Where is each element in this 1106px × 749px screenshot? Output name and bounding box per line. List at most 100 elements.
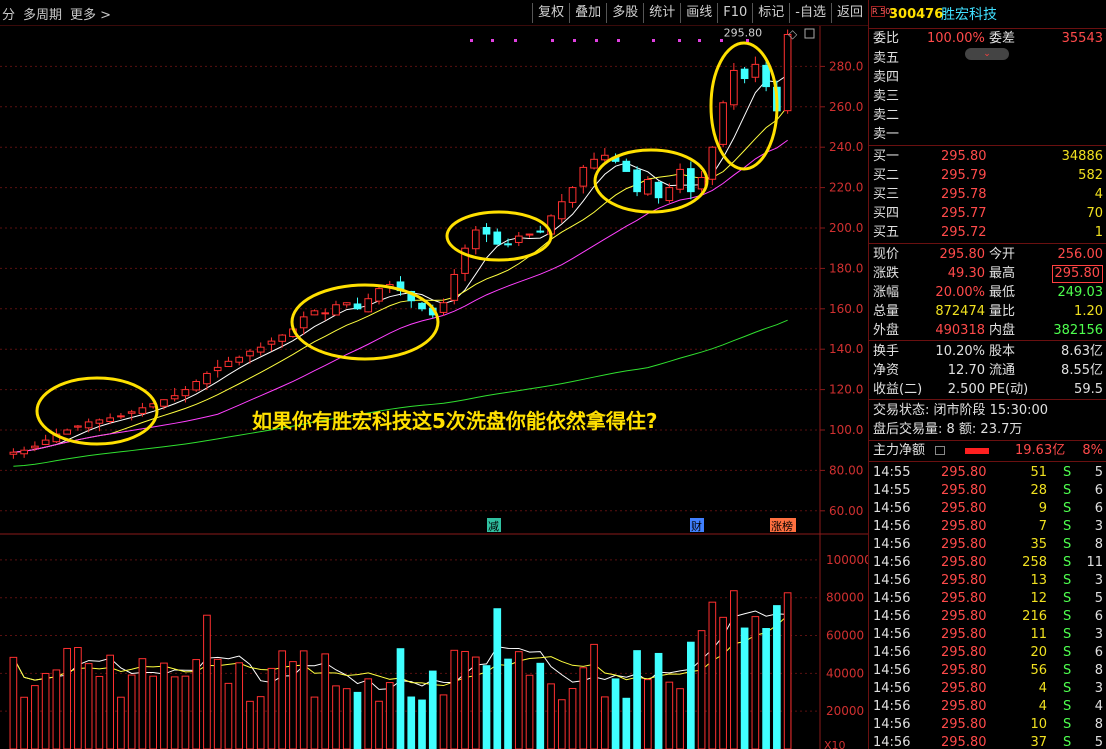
stat-label: 股本 — [989, 344, 1016, 359]
price-tick-label: 280.0 — [829, 59, 863, 73]
restore-rights-button[interactable]: 复权 — [532, 3, 569, 23]
tick-price: 295.80 — [941, 465, 987, 480]
candlesticks: 295.80 ◇ — [9, 26, 815, 459]
sell-level-label: 卖三 — [873, 89, 900, 104]
weibi-value: 100.00% — [927, 31, 985, 46]
sell-level-row: 卖五 — [869, 50, 1106, 68]
candle-body — [375, 288, 383, 302]
signal-dot — [617, 39, 620, 42]
volume-bar — [138, 658, 147, 749]
buy-level-price: 295.72 — [941, 225, 987, 240]
volume-tick-label: 100000 — [826, 553, 868, 567]
kline-chart[interactable]: 280.0 260.0 240.0 220.0 200.0 180.0 160.0 140.0… — [0, 26, 868, 749]
tick-row: 14:56 295.80 4 S 3 — [869, 680, 1106, 698]
candle-body — [665, 187, 674, 202]
mark-button[interactable]: 标记 — [752, 3, 789, 23]
tick-row: 14:56 295.80 11 S 3 — [869, 626, 1106, 644]
candle-body — [203, 372, 211, 385]
candle-body — [84, 421, 93, 429]
event-markers: 减 财 涨榜 — [487, 518, 796, 533]
tick-side: S — [1063, 699, 1072, 714]
stat-value: 20.00% — [935, 285, 985, 300]
volume-bar — [20, 696, 28, 749]
diamond-icon[interactable]: ◇ — [788, 27, 798, 41]
buy-level-row[interactable]: 买四 295.77 70 — [869, 205, 1106, 223]
volume-bar — [52, 669, 61, 749]
tick-row: 14:56 295.80 37 S 5 — [869, 734, 1106, 749]
volume-bar — [482, 665, 491, 749]
buy-level-volume: 34886 — [1061, 149, 1103, 164]
stat-value: 1.20 — [1074, 304, 1103, 319]
buy-level-volume: 70 — [1086, 206, 1103, 221]
stat-value: 59.5 — [1074, 382, 1103, 397]
buy-level-row[interactable]: 买五 295.72 1 — [869, 224, 1106, 242]
buy-level-row[interactable]: 买二 295.79 582 — [869, 167, 1106, 185]
stat-value: 249.03 — [1057, 285, 1104, 300]
more-menu[interactable]: 更多 > — [70, 4, 111, 23]
tick-volume: 35 — [1030, 537, 1047, 552]
buy-level-label: 买一 — [873, 149, 900, 164]
tick-time: 14:55 — [873, 465, 911, 480]
volume-bar — [514, 651, 523, 749]
tick-count: 3 — [1094, 519, 1103, 534]
stat-value: 872474 — [935, 304, 985, 319]
stat-label: 总量 — [873, 304, 900, 319]
multi-stock-button[interactable]: 多股 — [606, 3, 643, 23]
tick-side: S — [1063, 663, 1072, 678]
buy-level-price: 295.78 — [941, 187, 987, 202]
tick-time: 14:56 — [873, 663, 911, 678]
buy-level-price: 295.79 — [941, 168, 987, 183]
volume-axis: 100000 80000 60000 40000 20000 X10 — [824, 553, 868, 749]
sell-level-label: 卖五 — [873, 51, 900, 66]
draw-line-button[interactable]: 画线 — [680, 3, 717, 23]
stat-row: 总量 872474 量比 1.20 — [869, 303, 1106, 321]
candle-body — [20, 449, 28, 455]
signal-dot — [720, 39, 723, 42]
candle-body — [267, 340, 276, 345]
signal-dot — [652, 39, 655, 42]
multi-period-tab[interactable]: 多周期 — [23, 4, 62, 23]
remove-watchlist-button[interactable]: -自选 — [789, 3, 831, 23]
volume-bar — [246, 700, 254, 749]
list-icon[interactable] — [935, 446, 945, 455]
tick-side: S — [1063, 609, 1072, 624]
buy-level-row[interactable]: 买一 295.80 34886 — [869, 148, 1106, 166]
price-tick-label: 260.0 — [829, 100, 863, 114]
stat-value: 256.00 — [1057, 247, 1104, 262]
back-button[interactable]: 返回 — [830, 3, 868, 23]
event-marker-label[interactable]: 减 — [488, 520, 499, 533]
tick-volume: 216 — [1022, 609, 1047, 624]
minute-tab[interactable]: 分 — [2, 4, 15, 23]
signal-dot — [678, 39, 681, 42]
sell-level-row: 卖二 — [869, 107, 1106, 125]
volume-bar — [235, 662, 244, 749]
sell-level-label: 卖一 — [873, 127, 900, 142]
overlay-button[interactable]: 叠加 — [569, 3, 606, 23]
volume-bar — [203, 614, 211, 749]
buy-level-row[interactable]: 买三 295.78 4 — [869, 186, 1106, 204]
tick-volume: 56 — [1030, 663, 1047, 678]
volume-bar — [192, 659, 201, 749]
stat-label: 涨跌 — [873, 266, 900, 281]
candle-body — [697, 177, 706, 190]
tick-count: 3 — [1094, 681, 1103, 696]
stat-row: 涨幅 20.00% 最低 249.03 — [869, 284, 1106, 302]
window-icon[interactable] — [804, 28, 815, 39]
signal-dot — [491, 39, 494, 42]
quote-panel: R 500 300476 胜宏科技 委比 100.00% 委差 35543 ⌄ … — [868, 0, 1106, 749]
price-tick-label: 160.0 — [829, 302, 863, 316]
f10-button[interactable]: F10 — [717, 3, 752, 23]
volume-bar — [568, 688, 577, 749]
event-marker-label[interactable]: 财 — [691, 519, 702, 533]
price-tick-label: 220.0 — [829, 181, 863, 195]
candle-body — [321, 312, 330, 315]
sell-level-row: 卖四 — [869, 69, 1106, 87]
volume-bar — [557, 699, 566, 749]
volume-bar — [385, 682, 394, 749]
volume-bar — [321, 653, 330, 749]
event-marker-label[interactable]: 涨榜 — [771, 519, 793, 533]
price-grid — [0, 26, 868, 749]
statistics-button[interactable]: 统计 — [643, 3, 680, 23]
tick-volume: 10 — [1030, 717, 1047, 732]
tick-time: 14:56 — [873, 699, 911, 714]
